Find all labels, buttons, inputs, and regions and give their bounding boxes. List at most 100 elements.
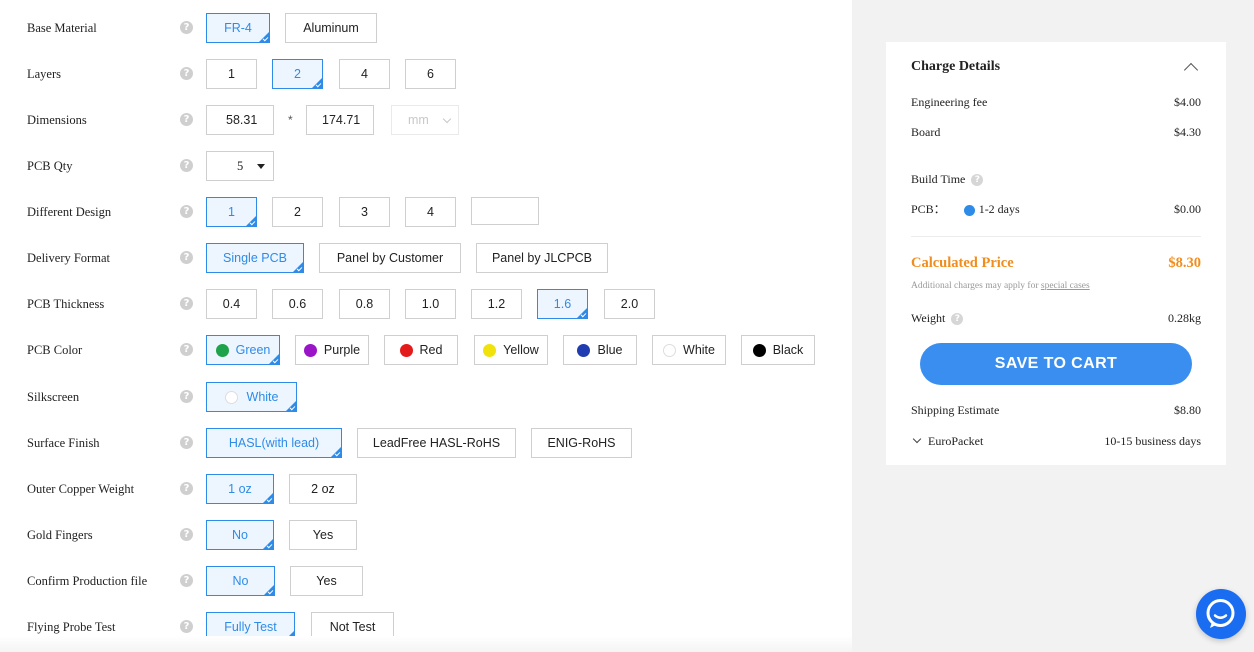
help-icon[interactable]: ? bbox=[180, 528, 193, 541]
chevron-down-icon[interactable] bbox=[912, 434, 922, 444]
option-layers-6[interactable]: 6 bbox=[405, 59, 456, 89]
option-confirm-no[interactable]: No bbox=[206, 566, 275, 596]
option-copper-2oz[interactable]: 2 oz bbox=[289, 474, 357, 504]
blue-swatch bbox=[577, 343, 591, 357]
option-label: White bbox=[683, 343, 715, 357]
row-label: Confirm Production file bbox=[27, 574, 148, 588]
option-label: Yellow bbox=[503, 343, 539, 357]
option-gold-fingers-no[interactable]: No bbox=[206, 520, 274, 550]
help-icon[interactable]: ? bbox=[180, 251, 193, 264]
option-panel-by-customer[interactable]: Panel by Customer bbox=[319, 243, 461, 273]
option-hasl-with-lead[interactable]: HASL(with lead) bbox=[206, 428, 342, 458]
help-icon[interactable]: ? bbox=[180, 343, 193, 356]
row-label: Surface Finish bbox=[27, 436, 100, 450]
height-input[interactable]: 174.71 bbox=[306, 105, 374, 135]
option-color-green[interactable]: Green bbox=[206, 335, 280, 365]
weight-label: Weight bbox=[911, 311, 946, 325]
row-silkscreen: Silkscreen ? White bbox=[0, 382, 852, 412]
build-time-row: Build Time? bbox=[911, 169, 1201, 189]
shipping-estimate-value: $8.80 bbox=[1174, 403, 1201, 417]
option-thickness-1.0[interactable]: 1.0 bbox=[405, 289, 456, 319]
option-thickness-0.4[interactable]: 0.4 bbox=[206, 289, 257, 319]
charge-details-panel: Charge Details Engineering fee $4.00 Boa… bbox=[886, 42, 1226, 465]
option-design-1[interactable]: 1 bbox=[206, 197, 257, 227]
weight-value: 0.28kg bbox=[1168, 311, 1201, 325]
help-icon[interactable]: ? bbox=[951, 313, 964, 326]
row-outer-copper-weight: Outer Copper Weight ? 1 oz 2 oz bbox=[0, 474, 852, 504]
option-thickness-2.0[interactable]: 2.0 bbox=[604, 289, 655, 319]
help-icon[interactable]: ? bbox=[180, 297, 193, 310]
option-aluminum[interactable]: Aluminum bbox=[285, 13, 377, 43]
option-color-purple[interactable]: Purple bbox=[295, 335, 369, 365]
option-color-red[interactable]: Red bbox=[384, 335, 458, 365]
engineering-fee-value: $4.00 bbox=[1174, 95, 1201, 109]
chat-button[interactable] bbox=[1196, 589, 1246, 639]
option-thickness-0.8[interactable]: 0.8 bbox=[339, 289, 390, 319]
option-enig-rohs[interactable]: ENIG-RoHS bbox=[531, 428, 632, 458]
option-label: Green bbox=[235, 343, 271, 357]
save-to-cart-button[interactable]: SAVE TO CART bbox=[920, 343, 1192, 385]
option-thickness-1.2[interactable]: 1.2 bbox=[471, 289, 522, 319]
help-icon[interactable]: ? bbox=[180, 159, 193, 172]
option-color-blue[interactable]: Blue bbox=[563, 335, 637, 365]
option-label: Black bbox=[772, 343, 804, 357]
option-color-white[interactable]: White bbox=[652, 335, 726, 365]
help-icon[interactable]: ? bbox=[180, 67, 193, 80]
help-icon[interactable]: ? bbox=[971, 174, 984, 187]
option-design-2[interactable]: 2 bbox=[272, 197, 323, 227]
row-pcb-thickness: PCB Thickness ? 0.4 0.6 0.8 1.0 1.2 1.6 … bbox=[0, 289, 852, 319]
help-icon[interactable]: ? bbox=[180, 574, 193, 587]
divider bbox=[911, 236, 1201, 237]
option-copper-1oz[interactable]: 1 oz bbox=[206, 474, 274, 504]
help-icon[interactable]: ? bbox=[180, 436, 193, 449]
width-input[interactable]: 58.31 bbox=[206, 105, 274, 135]
row-dimensions: Dimensions ? 58.31 * 174.71 mm bbox=[0, 105, 852, 135]
unit-select[interactable]: mm bbox=[391, 105, 459, 135]
option-color-black[interactable]: Black bbox=[741, 335, 815, 365]
option-thickness-0.6[interactable]: 0.6 bbox=[272, 289, 323, 319]
option-label: Red bbox=[419, 343, 443, 357]
help-icon[interactable]: ? bbox=[180, 205, 193, 218]
calculated-price-row: Calculated Price $8.30 bbox=[911, 252, 1201, 274]
option-gold-fingers-yes[interactable]: Yes bbox=[289, 520, 357, 550]
option-leadfree-hasl[interactable]: LeadFree HASL-RoHS bbox=[357, 428, 516, 458]
option-layers-2[interactable]: 2 bbox=[272, 59, 323, 89]
dimension-separator: * bbox=[288, 113, 293, 127]
purple-swatch bbox=[303, 343, 317, 357]
carrier-row[interactable]: EuroPacket 10-15 business days bbox=[911, 431, 1201, 451]
option-color-yellow[interactable]: Yellow bbox=[474, 335, 548, 365]
pcb-label: PCB： bbox=[911, 202, 946, 216]
qty-select[interactable]: 5 bbox=[206, 151, 274, 181]
help-icon[interactable]: ? bbox=[180, 390, 193, 403]
option-layers-1[interactable]: 1 bbox=[206, 59, 257, 89]
help-icon[interactable]: ? bbox=[180, 620, 193, 633]
pcb-build-time: 1-2 days bbox=[978, 202, 1020, 216]
row-delivery-format: Delivery Format ? Single PCB Panel by Cu… bbox=[0, 243, 852, 273]
special-cases-link[interactable]: special cases bbox=[1041, 281, 1090, 291]
row-label: PCB Color bbox=[27, 343, 83, 357]
help-icon[interactable]: ? bbox=[180, 113, 193, 126]
build-time-label-wrap: Build Time? bbox=[911, 169, 984, 189]
row-label: Outer Copper Weight bbox=[27, 482, 135, 496]
row-pcb-color: PCB Color ? Green Purple Red Yellow Blue… bbox=[0, 335, 852, 365]
option-fr4[interactable]: FR-4 bbox=[206, 13, 270, 43]
custom-design-input[interactable] bbox=[471, 197, 539, 225]
chevron-up-icon[interactable] bbox=[1183, 62, 1199, 78]
row-label: Layers bbox=[27, 67, 62, 81]
option-panel-by-jlcpcb[interactable]: Panel by JLCPCB bbox=[476, 243, 608, 273]
option-silkscreen-white[interactable]: White bbox=[206, 382, 297, 412]
option-design-4[interactable]: 4 bbox=[405, 197, 456, 227]
help-icon[interactable]: ? bbox=[180, 21, 193, 34]
red-swatch bbox=[399, 343, 413, 357]
option-design-3[interactable]: 3 bbox=[339, 197, 390, 227]
option-layers-4[interactable]: 4 bbox=[339, 59, 390, 89]
option-thickness-1.6[interactable]: 1.6 bbox=[537, 289, 588, 319]
option-confirm-yes[interactable]: Yes bbox=[290, 566, 363, 596]
radio-selected-icon[interactable] bbox=[963, 204, 975, 216]
help-icon[interactable]: ? bbox=[180, 482, 193, 495]
build-time-label: Build Time bbox=[911, 172, 966, 186]
option-single-pcb[interactable]: Single PCB bbox=[206, 243, 304, 273]
white-swatch bbox=[224, 390, 238, 404]
carrier-left[interactable]: EuroPacket bbox=[911, 431, 983, 451]
pcb-build-price: $0.00 bbox=[1174, 202, 1201, 216]
